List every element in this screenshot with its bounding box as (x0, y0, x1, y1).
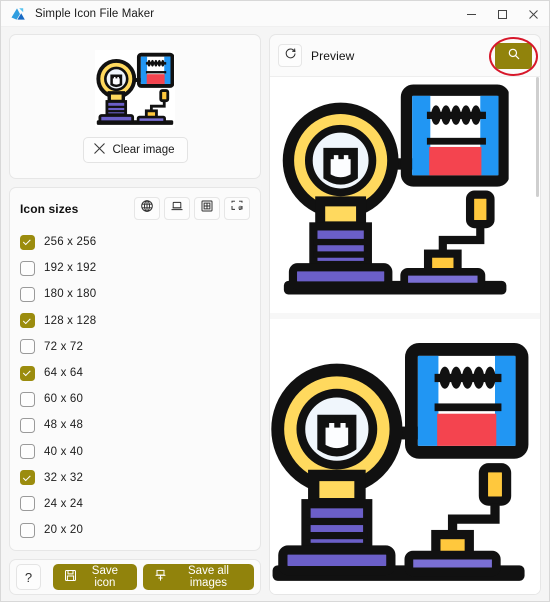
size-row[interactable]: 16 x 16 (20, 543, 250, 546)
size-label: 192 x 192 (44, 262, 97, 275)
size-checkbox[interactable] (20, 417, 35, 433)
preview-image-large (270, 77, 540, 313)
size-row[interactable]: 256 x 256 (20, 229, 250, 255)
source-image-thumbnail (95, 50, 175, 128)
right-column: Preview (269, 34, 541, 595)
clear-image-button[interactable]: Clear image (82, 137, 188, 163)
size-row[interactable]: 24 x 24 (20, 491, 250, 517)
size-label: 60 x 60 (44, 393, 84, 406)
icon-sizes-panel: Icon sizes 256 x 256 192 x 192 180 x 180… (9, 187, 261, 551)
action-bar: ? Save icon Save all images (9, 559, 261, 595)
size-row[interactable]: 40 x 40 (20, 439, 250, 465)
floppy-disk-icon (64, 569, 77, 585)
icon-sizes-toolbar (134, 197, 250, 220)
size-checkbox[interactable] (20, 391, 35, 407)
select-all-grid-icon (200, 199, 214, 218)
size-checkbox[interactable] (20, 470, 35, 486)
icon-size-list: 256 x 256 192 x 192 180 x 180 128 x 128 72 x… (20, 227, 250, 546)
laptop-icon (170, 199, 184, 218)
size-label: 24 x 24 (44, 497, 84, 510)
left-column: Clear image Icon sizes 256 x 256 192 x 1… (9, 34, 261, 595)
main-content: Clear image Icon sizes 256 x 256 192 x 1… (1, 27, 549, 601)
size-checkbox[interactable] (20, 234, 35, 250)
size-row[interactable]: 60 x 60 (20, 386, 250, 412)
minimize-button[interactable] (456, 1, 487, 27)
desktop-sizes-button[interactable] (164, 197, 190, 220)
help-button[interactable]: ? (16, 564, 41, 590)
size-label: 256 x 256 (44, 236, 97, 249)
size-checkbox[interactable] (20, 260, 35, 276)
globe-icon (140, 199, 154, 218)
size-checkbox[interactable] (20, 286, 35, 302)
preview-scroll-area[interactable] (270, 76, 540, 594)
zoom-preview-button[interactable] (495, 43, 532, 69)
app-window: Simple Icon File Maker Clear image Icon … (0, 0, 550, 602)
select-all-button[interactable] (194, 197, 220, 220)
preview-image-larger (270, 319, 540, 594)
size-row[interactable]: 192 x 192 (20, 255, 250, 281)
size-row[interactable]: 48 x 48 (20, 412, 250, 438)
save-icon-button[interactable]: Save icon (52, 564, 137, 590)
size-row[interactable]: 32 x 32 (20, 465, 250, 491)
size-label: 20 x 20 (44, 524, 84, 537)
refresh-icon (284, 47, 297, 65)
source-image-panel[interactable]: Clear image (9, 34, 261, 179)
size-checkbox[interactable] (20, 339, 35, 355)
size-checkbox[interactable] (20, 313, 35, 329)
icon-sizes-header: Icon sizes (20, 197, 250, 220)
size-label: 40 x 40 (44, 445, 84, 458)
size-checkbox[interactable] (20, 522, 35, 538)
preview-title: Preview (311, 48, 355, 63)
size-label: 180 x 180 (44, 288, 97, 301)
size-checkbox[interactable] (20, 496, 35, 512)
size-checkbox[interactable] (20, 444, 35, 460)
size-label: 64 x 64 (44, 367, 84, 380)
size-row[interactable]: 180 x 180 (20, 281, 250, 307)
clear-image-label: Clear image (112, 144, 175, 156)
icon-sizes-title: Icon sizes (20, 201, 79, 216)
app-icon (10, 6, 26, 22)
window-title: Simple Icon File Maker (35, 7, 155, 20)
save-all-images-button[interactable]: Save all images (142, 564, 254, 590)
size-label: 72 x 72 (44, 340, 84, 353)
size-row[interactable]: 128 x 128 (20, 308, 250, 334)
magnifier-icon (507, 47, 521, 66)
size-label: 128 x 128 (44, 314, 97, 327)
web-sizes-button[interactable] (134, 197, 160, 220)
size-label: 32 x 32 (44, 471, 84, 484)
size-row[interactable]: 72 x 72 (20, 334, 250, 360)
preview-scrollbar-thumb[interactable] (536, 77, 539, 197)
close-x-icon (93, 142, 106, 158)
size-checkbox[interactable] (20, 365, 35, 381)
save-all-icon (154, 569, 167, 585)
select-none-button[interactable] (224, 197, 250, 220)
refresh-preview-button[interactable] (278, 44, 302, 67)
window-controls (456, 1, 549, 27)
maximize-button[interactable] (487, 1, 518, 27)
preview-panel: Preview (269, 34, 541, 595)
save-all-label: Save all images (188, 565, 229, 589)
close-button[interactable] (518, 1, 549, 27)
size-label: 48 x 48 (44, 419, 84, 432)
select-none-icon (230, 199, 244, 218)
save-icon-label: Save icon (91, 565, 119, 589)
help-label: ? (24, 569, 33, 585)
size-row[interactable]: 64 x 64 (20, 360, 250, 386)
title-bar: Simple Icon File Maker (1, 1, 549, 27)
size-row[interactable]: 20 x 20 (20, 517, 250, 543)
